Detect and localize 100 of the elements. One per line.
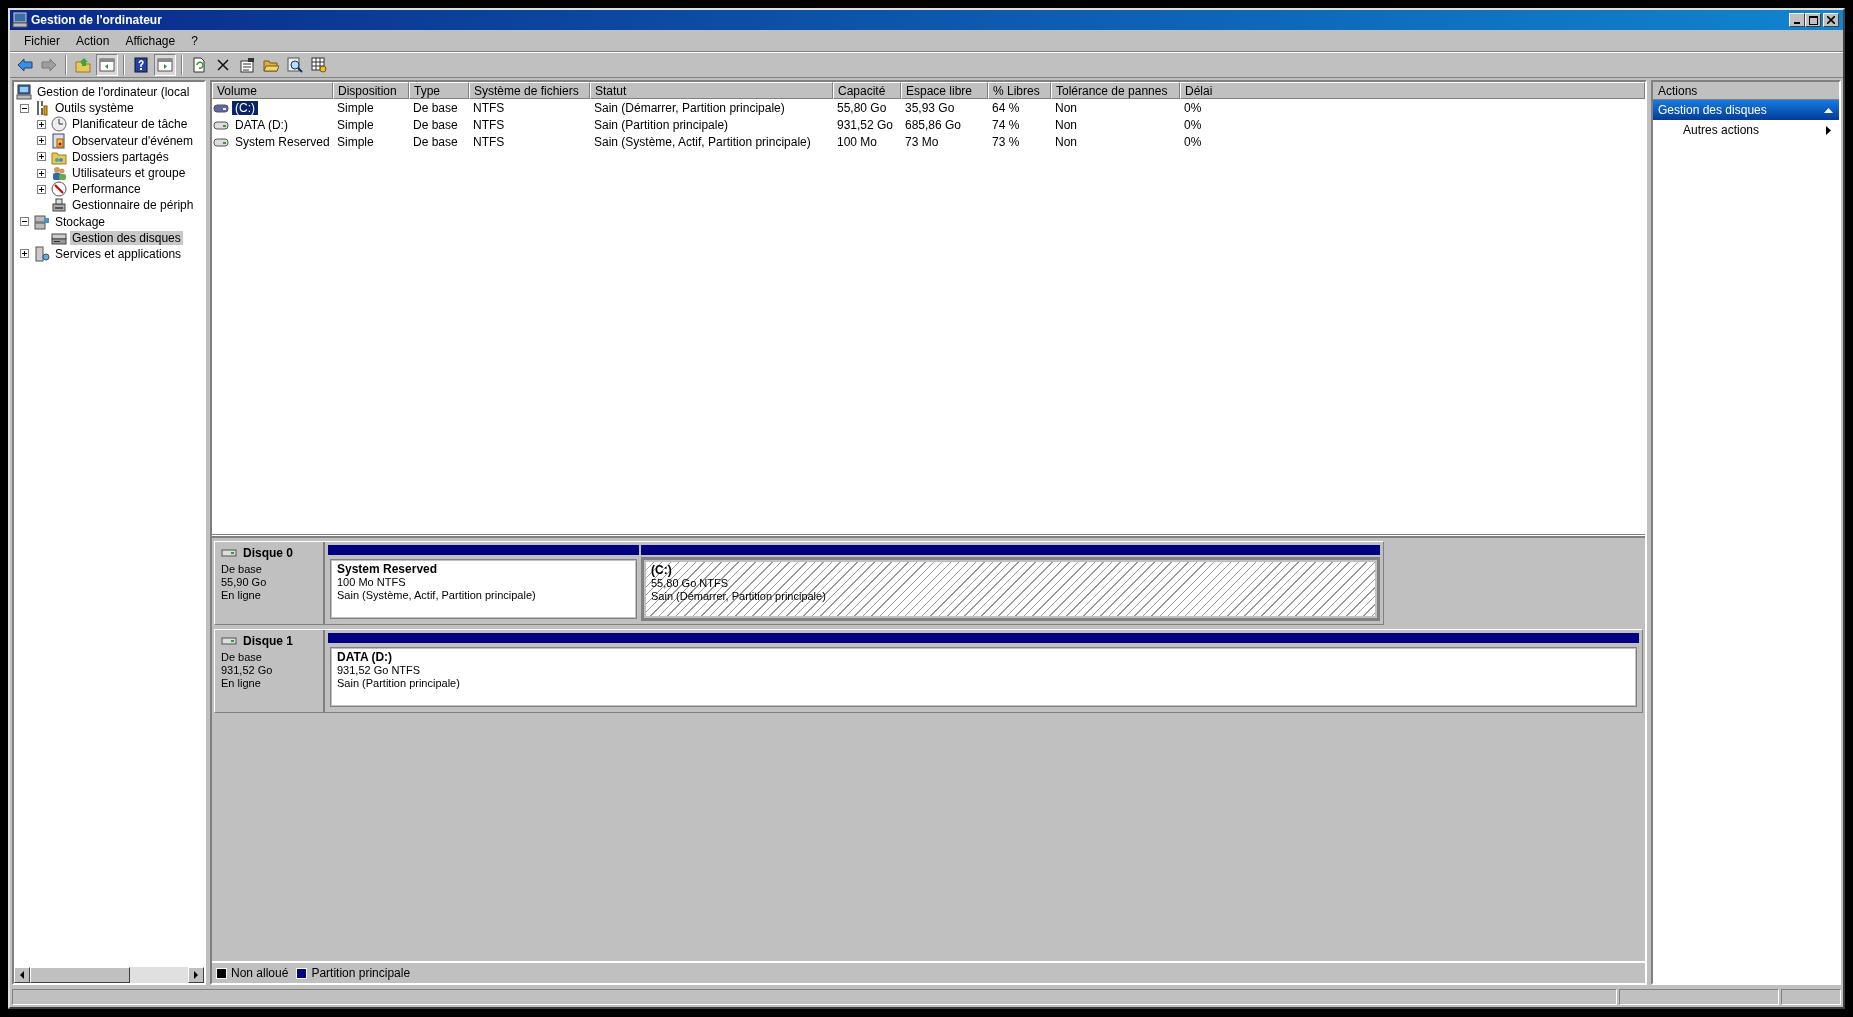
table-cell-text: 931,52 Go (836, 117, 895, 133)
tree-item[interactable]: Observateur d'événem (70, 133, 196, 148)
forward-arrow-icon (41, 57, 57, 73)
column-header[interactable]: Tolérance de pannes (1051, 82, 1180, 99)
device-icon (51, 197, 67, 214)
disk-name: Disque 0 (243, 546, 293, 560)
column-header[interactable]: Espace libre (901, 82, 988, 99)
tree-item[interactable]: Planificateur de tâche (70, 117, 190, 132)
help-icon (133, 57, 149, 73)
partition-size: 100 Mo NTFS (337, 576, 407, 589)
partition-name: System Reserved (337, 563, 439, 576)
table-cell[interactable]: DATA (D:) (232, 117, 291, 132)
users-icon (51, 165, 67, 182)
table-cell-text: 74 % (991, 117, 1021, 133)
grid-gear-icon (311, 57, 327, 73)
collapse-icon[interactable] (20, 103, 29, 113)
tree-item[interactable]: Services et applications (53, 246, 184, 261)
column-header[interactable]: Disposition (333, 82, 409, 99)
expand-icon[interactable] (37, 136, 46, 146)
tree-item[interactable]: Gestion de l'ordinateur (local (35, 85, 192, 100)
table-cell-text: Simple (336, 134, 375, 150)
tree-item[interactable]: Performance (70, 182, 143, 197)
column-header[interactable]: Capacité (833, 82, 901, 99)
partition-block[interactable]: System Reserved 100 Mo NTFS Sain (Système, Actif, Partition principale) (328, 557, 639, 621)
disk-size: 931,52 Go (221, 664, 274, 677)
partition-size: 55,80 Go NTFS (651, 577, 730, 590)
submenu-arrow-icon (1826, 125, 1831, 135)
column-header[interactable]: % Libres (988, 82, 1051, 99)
status-bar-panel (1781, 989, 1841, 1005)
table-cell-text: Simple (336, 117, 375, 133)
pane-icon (99, 57, 115, 73)
partition-size: 931,52 Go NTFS (337, 664, 422, 677)
table-cell-text: 685,86 Go (904, 117, 963, 133)
table-cell-text: NTFS (472, 117, 506, 133)
table-cell-text: 64 % (991, 100, 1021, 116)
table-cell-text: Non (1054, 134, 1078, 150)
expand-icon[interactable] (37, 168, 46, 178)
table-cell-text: De base (412, 100, 459, 116)
disk-type: De base (221, 563, 263, 576)
disk-status: En ligne (221, 677, 262, 690)
maximize-button[interactable] (1805, 13, 1821, 27)
partition-block[interactable]: (C:) 55,80 Go NTFS Sain (Démarrer, Partition principale) (641, 557, 1380, 621)
table-cell-text: Sain (Démarrer, Partition principale) (593, 100, 786, 116)
expand-icon[interactable] (20, 249, 29, 259)
menu-item[interactable]: Action (68, 33, 118, 48)
table-cell-text: 35,93 Go (904, 100, 956, 116)
back-arrow-icon (17, 57, 33, 73)
action-item[interactable]: Autres actions (1653, 120, 1839, 140)
table-cell-text: Non (1054, 100, 1078, 116)
disk-name: Disque 1 (243, 634, 293, 648)
collapse-icon (1824, 107, 1833, 113)
folder-open-icon (263, 57, 279, 73)
tree-item[interactable]: Stockage (53, 214, 108, 229)
actions-section[interactable]: Gestion des disques (1653, 100, 1839, 120)
collapse-icon[interactable] (20, 217, 29, 227)
partition-status: Sain (Système, Actif, Partition principale) (337, 589, 537, 602)
partition-block[interactable]: DATA (D:) 931,52 Go NTFS Sain (Partition principale) (328, 645, 1639, 709)
column-header[interactable]: Type (409, 82, 469, 99)
table-cell-text: 100 Mo (836, 134, 879, 150)
table-cell-text: 0% (1183, 100, 1203, 116)
disk-size: 55,90 Go (221, 576, 268, 589)
tree-item[interactable]: Dossiers partagés (70, 149, 171, 164)
table-cell-text: NTFS (472, 134, 506, 150)
table-cell-text: 0% (1183, 134, 1203, 150)
expand-icon[interactable] (37, 184, 46, 194)
expand-icon[interactable] (37, 152, 46, 162)
window-title: Gestion de l'ordinateur (31, 13, 163, 27)
tree-item[interactable]: Gestion des disques (70, 230, 183, 245)
actions-header: Actions (1653, 82, 1839, 100)
refresh-page-icon (191, 57, 207, 73)
partition-name: (C:) (651, 564, 673, 577)
scroll-right-button[interactable] (188, 967, 204, 983)
menu-item[interactable]: ? (183, 33, 206, 48)
table-cell[interactable]: (C:) (232, 100, 258, 115)
close-button[interactable] (1823, 13, 1839, 27)
menu-item[interactable]: Fichier (16, 33, 68, 48)
menu-item[interactable]: Affichage (117, 33, 184, 48)
log-book-icon (51, 132, 67, 149)
table-cell-text: De base (412, 134, 459, 150)
scroll-left-button[interactable] (14, 967, 30, 983)
table-cell-text: De base (412, 117, 459, 133)
tree-item[interactable]: Gestionnaire de périph (70, 198, 196, 213)
expand-icon[interactable] (37, 119, 46, 129)
table-cell-text: 73 Mo (904, 134, 940, 150)
column-header[interactable]: Statut (590, 82, 833, 99)
column-header[interactable]: Délai (1180, 82, 1645, 99)
scrollbar-thumb[interactable] (30, 967, 130, 983)
toolbar-button[interactable] (308, 54, 330, 76)
services-icon (34, 245, 50, 262)
legend-label: Partition principale (311, 966, 411, 980)
right-arrow-icon (193, 971, 199, 979)
computer-icon (12, 12, 28, 28)
minimize-button[interactable] (1789, 13, 1805, 27)
disk-status: En ligne (221, 589, 262, 602)
tree-item[interactable]: Outils système (53, 101, 136, 116)
table-cell[interactable]: System Reserved (232, 134, 333, 149)
column-header[interactable]: Volume (212, 82, 333, 99)
column-header[interactable]: Système de fichiers (469, 82, 590, 99)
tree-item[interactable]: Utilisateurs et groupe (70, 166, 188, 181)
properties-icon (239, 57, 255, 73)
